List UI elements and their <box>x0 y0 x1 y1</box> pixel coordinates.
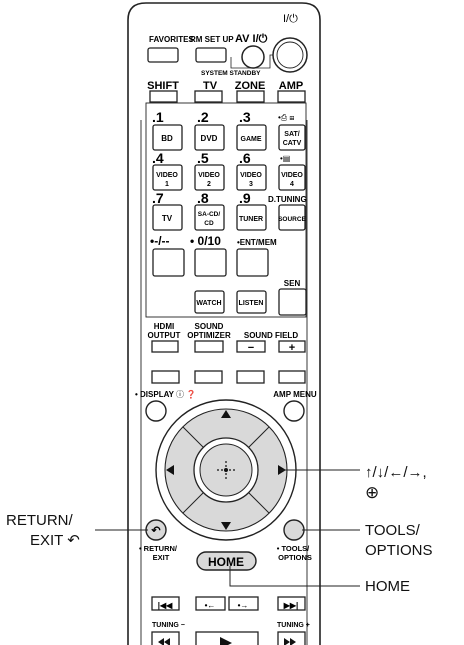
av-power-label: AV I/⏻ <box>235 32 268 45</box>
return-icon: ↶ <box>150 525 161 537</box>
tools-callout-line2: OPTIONS <box>365 542 433 559</box>
d-tuning-label: D.TUNING <box>268 195 307 204</box>
hdmi-label: HDMI <box>154 322 174 331</box>
return-callout-line1: RETURN/ <box>6 512 73 529</box>
output-label: OUTPUT <box>148 331 181 340</box>
ent-mem-button[interactable] <box>236 248 269 277</box>
sen-label: SEN <box>284 279 301 288</box>
rm-set-up-button[interactable] <box>195 47 227 63</box>
color-button-3[interactable] <box>236 370 265 384</box>
zero-ten-label: • 0/10 <box>190 234 221 248</box>
options-key-label: OPTIONS <box>278 553 312 562</box>
tools-callout-line1: TOOLS/ <box>365 522 420 539</box>
optimizer-label: OPTIMIZER <box>187 331 231 340</box>
system-standby-label: SYSTEM STANDBY <box>201 70 261 77</box>
cd-key-label: CD <box>204 220 214 227</box>
bd-key-label: BD <box>161 134 173 143</box>
tools-options-button[interactable] <box>283 519 305 541</box>
video1-key-label: VIDEO <box>156 172 178 179</box>
rm-set-up-label: RM SET UP <box>190 35 234 44</box>
favorites-button[interactable] <box>147 47 179 63</box>
num-7-label: .7 <box>152 190 164 206</box>
tuning-plus-label: TUNING + <box>277 622 310 629</box>
dvd-key-label: DVD <box>201 134 218 143</box>
zero-ten-button[interactable] <box>194 248 227 277</box>
video1-num-label: 1 <box>165 181 169 188</box>
exit-key-label: EXIT <box>153 553 170 562</box>
display-label: • DISPLAY <box>135 390 175 399</box>
advance-icon: •→ <box>238 601 249 610</box>
shift-label: SHIFT <box>147 80 179 92</box>
num-5-label: .5 <box>197 150 209 166</box>
tv-key-label: TV <box>162 214 173 223</box>
amp-button[interactable] <box>277 90 306 103</box>
minus-glyph: − <box>248 342 254 354</box>
tv-button[interactable] <box>194 90 223 103</box>
home-callout: HOME <box>365 578 410 595</box>
amp-label: AMP <box>279 80 303 92</box>
tuning-minus-button[interactable] <box>151 631 180 645</box>
video2-key-label: VIDEO <box>198 172 220 179</box>
sound-label: SOUND <box>195 322 224 331</box>
ent-mem-label: •ENT/MEM <box>237 238 277 247</box>
favorites-label: FAVORITES <box>149 35 194 44</box>
video3-key-label: VIDEO <box>240 172 262 179</box>
power-button[interactable] <box>272 37 308 73</box>
color-button-2[interactable] <box>194 370 223 384</box>
num-6-label: .6 <box>239 150 251 166</box>
tools-key-label: • TOOLS/ <box>277 544 310 553</box>
display-icons-label: ⓘ ❓ <box>176 389 196 399</box>
display-button[interactable] <box>145 400 167 422</box>
listen-key-label: LISTEN <box>239 300 264 307</box>
sat-key-label: SAT/ <box>284 131 299 138</box>
power-label: I/⏻ <box>283 13 298 25</box>
return-key-label: • RETURN/ <box>139 544 178 553</box>
tv-label: TV <box>203 80 218 92</box>
catv-key-label: CATV <box>283 140 302 147</box>
num-1-label: .1 <box>152 109 164 125</box>
hdmi-output-button[interactable] <box>151 340 179 353</box>
tuner-key-label: TUNER <box>239 216 263 223</box>
dpad[interactable] <box>155 399 297 541</box>
video3-num-label: 3 <box>249 181 253 188</box>
home-key-label: HOME <box>208 555 244 569</box>
num-4-label: .4 <box>152 150 164 166</box>
zone-button[interactable] <box>236 90 265 103</box>
sound-optimizer-button[interactable] <box>194 340 224 353</box>
prev-icon: |◀◀ <box>158 601 173 610</box>
menu-icon-label: •▤ <box>280 154 290 163</box>
next-icon: ▶▶| <box>283 601 299 610</box>
replay-icon: •← <box>205 601 216 610</box>
num-8-label: .8 <box>197 190 209 206</box>
color-button-1[interactable] <box>151 370 180 384</box>
input-icons-label: •⎙ ⊞ <box>278 113 295 122</box>
num-2-label: .2 <box>197 109 209 125</box>
plus-glyph: + <box>289 342 295 354</box>
video4-key-label: VIDEO <box>281 172 303 179</box>
enter-callout: ⊕ <box>365 483 380 502</box>
game-key-label: GAME <box>241 136 262 143</box>
tuning-minus-label: TUNING − <box>152 622 185 629</box>
sacd-key-label: SA-CD/ <box>198 211 221 218</box>
amp-menu-button[interactable] <box>283 400 305 422</box>
shift-button[interactable] <box>149 90 178 103</box>
amp-menu-label: AMP MENU <box>273 390 317 399</box>
dash-label: •-/-- <box>150 234 170 248</box>
arrows-callout: ↑/↓/←/→, <box>365 464 427 481</box>
dash-button[interactable] <box>152 248 185 277</box>
return-callout-line2: EXIT ↶ <box>30 532 80 549</box>
zone-label: ZONE <box>235 80 266 92</box>
video2-num-label: 2 <box>207 181 211 188</box>
sen-button[interactable] <box>278 288 307 316</box>
sound-field-label: SOUND FIELD <box>244 331 298 340</box>
video4-num-label: 4 <box>290 181 294 188</box>
watch-key-label: WATCH <box>196 300 221 307</box>
color-button-4[interactable] <box>278 370 306 384</box>
source-key-label: SOURCE <box>278 216 306 223</box>
num-9-label: .9 <box>239 190 251 206</box>
num-3-label: .3 <box>239 109 251 125</box>
av-power-button[interactable] <box>241 45 265 69</box>
